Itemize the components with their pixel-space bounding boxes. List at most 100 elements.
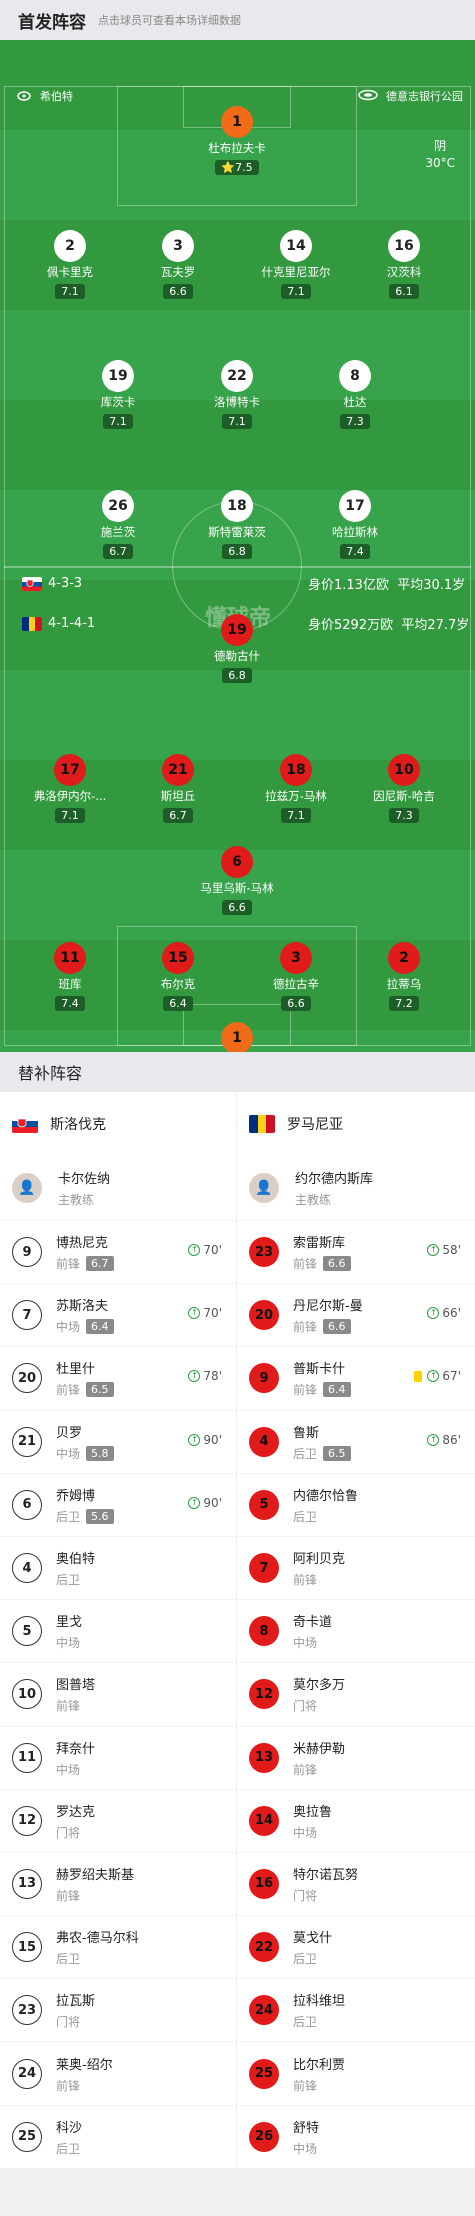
rating-value: 7.1 (228, 415, 246, 428)
away-player[interactable]: 3 德拉古辛 6.6 (241, 942, 351, 1011)
player-number: 19 (221, 614, 253, 646)
sub-player-row[interactable]: 5 里戈 中场 (0, 1599, 236, 1662)
sub-player-row[interactable]: 21 贝罗 中场 5.8 ↑ 90' (0, 1409, 236, 1473)
sub-player-row[interactable]: 20 丹尼尔斯-曼 前锋 6.6 ↑ 66' (237, 1283, 475, 1346)
sub-player-row[interactable]: 7 苏斯洛夫 中场 6.4 ↑ 70' (0, 1283, 236, 1346)
sub-position: 后卫 (293, 1952, 318, 1967)
sub-rating: 6.5 (86, 1382, 114, 1398)
romania-flag-icon (22, 616, 42, 631)
sub-number: 15 (12, 1932, 42, 1963)
sub-player-row[interactable]: 9 博热尼克 前锋 6.7 ↑ 70' (0, 1220, 236, 1283)
sub-player-row[interactable]: 10 图普塔 前锋 (0, 1662, 236, 1725)
player-rating: 6.8 (222, 668, 252, 683)
sub-player-row[interactable]: 25 比尔利贾 前锋 (237, 2041, 475, 2104)
away-coach[interactable]: 👤 约尔德内斯库 主教练 (237, 1156, 475, 1220)
home-player[interactable]: 2 佩卡里克 7.1 (15, 230, 125, 299)
away-player[interactable]: 6 马里乌斯-马林 6.6 (182, 846, 292, 915)
sub-player-row[interactable]: 6 乔姆博 后卫 5.6 ↑ 90' (0, 1472, 236, 1536)
sub-number: 25 (12, 2121, 42, 2152)
sub-player-row[interactable]: 13 赫罗绍夫斯基 前锋 (0, 1851, 236, 1915)
home-player[interactable]: 3 瓦夫罗 6.6 (123, 230, 233, 299)
player-rating: 7.1 (103, 414, 133, 429)
sub-player-row[interactable]: 23 索雷斯库 前锋 6.6 ↑ 58' (237, 1220, 475, 1283)
sub-number: 7 (249, 1553, 279, 1584)
slovakia-flag-icon (12, 1115, 38, 1133)
sub-position: 门将 (56, 1825, 81, 1840)
sub-name: 弗农-德马尔科 (56, 1931, 139, 1947)
sub-number: 13 (12, 1868, 42, 1899)
away-player[interactable]: 2 拉蒂乌 7.2 (349, 942, 459, 1011)
sub-number: 16 (249, 1868, 279, 1899)
player-rating: 7.3 (340, 414, 370, 429)
sub-rating: 6.6 (323, 1256, 351, 1272)
sub-position: 前锋 (56, 1699, 81, 1714)
sub-player-row[interactable]: 8 奇卡道 中场 (237, 1599, 475, 1662)
home-player[interactable]: 14 什克里尼亚尔 7.1 (241, 230, 351, 299)
player-name: 因尼斯-哈吉 (373, 789, 435, 803)
home-player[interactable]: 1 杜布拉夫卡 ⭐7.5 (182, 106, 292, 175)
away-coach-name: 约尔德内斯库 (295, 1172, 374, 1187)
sub-number: 4 (249, 1426, 279, 1457)
home-player[interactable]: 17 哈拉斯林 7.4 (300, 490, 410, 559)
home-team-name: 斯洛伐克 (50, 1117, 106, 1133)
sub-player-row[interactable]: 24 莱奥-绍尔 前锋 (0, 2041, 236, 2104)
sub-player-row[interactable]: 26 舒特 中场 (237, 2104, 475, 2168)
sub-player-row[interactable]: 11 拜奈什 中场 (0, 1725, 236, 1789)
sub-in-icon: ↑ (188, 1496, 201, 1509)
sub-in-time: 70' (203, 1243, 222, 1257)
player-number: 18 (280, 754, 312, 786)
sub-player-row[interactable]: 5 内德尔恰鲁 后卫 (237, 1472, 475, 1536)
sub-number: 6 (12, 1489, 42, 1520)
subs-panel: 斯洛伐克 👤 卡尔佐纳 主教练 9 博热尼克 前锋 6.7 ↑ 70' 7 苏斯洛夫 中场 6.4… (0, 1092, 475, 2168)
away-player[interactable]: 11 班库 7.4 (15, 942, 125, 1011)
sub-player-row[interactable]: 25 科沙 后卫 (0, 2104, 236, 2168)
sub-in-icon: ↑ (427, 1307, 440, 1320)
away-player[interactable]: 21 斯坦丘 6.7 (123, 754, 233, 823)
sub-name: 拜奈什 (56, 1741, 96, 1757)
player-number: 11 (54, 942, 86, 974)
home-player[interactable]: 22 洛博特卡 7.1 (182, 360, 292, 429)
away-player[interactable]: 10 因尼斯-哈吉 7.3 (349, 754, 459, 823)
sub-player-row[interactable]: 9 普斯卡什 前锋 6.4 ↑ 67' (237, 1346, 475, 1409)
sub-player-row[interactable]: 7 阿利贝克 前锋 (237, 1535, 475, 1599)
sub-player-row[interactable]: 20 杜里什 前锋 6.5 ↑ 78' (0, 1346, 236, 1409)
home-player[interactable]: 26 施兰茨 6.7 (63, 490, 173, 559)
sub-number: 5 (249, 1489, 279, 1520)
sub-player-row[interactable]: 13 米赫伊勒 前锋 (237, 1725, 475, 1789)
sub-player-row[interactable]: 22 莫戈什 后卫 (237, 1915, 475, 1978)
sub-position: 后卫 (293, 1509, 318, 1524)
sub-rating: 5.6 (86, 1508, 114, 1524)
sub-position: 后卫 (56, 1573, 81, 1588)
home-player[interactable]: 8 杜达 7.3 (300, 360, 410, 429)
away-player[interactable]: 15 布尔克 6.4 (123, 942, 233, 1011)
sub-player-row[interactable]: 24 拉科维坦 后卫 (237, 1978, 475, 2041)
sub-number: 12 (249, 1679, 279, 1710)
sub-player-row[interactable]: 12 莫尔多万 门将 (237, 1662, 475, 1725)
home-coach[interactable]: 👤 卡尔佐纳 主教练 (0, 1156, 236, 1220)
away-player[interactable]: 19 德勒古什 6.8 (182, 614, 292, 683)
home-player[interactable]: 19 库茨卡 7.1 (63, 360, 173, 429)
sub-player-row[interactable]: 12 罗达克 门将 (0, 1788, 236, 1852)
sub-player-row[interactable]: 4 鲁斯 后卫 6.5 ↑ 86' (237, 1409, 475, 1473)
sub-name: 普斯卡什 (293, 1362, 346, 1378)
sub-player-row[interactable]: 4 奥伯特 后卫 (0, 1535, 236, 1599)
sub-in-icon: ↑ (427, 1370, 440, 1383)
rating-value: 7.1 (109, 415, 127, 428)
sub-name: 鲁斯 (293, 1425, 320, 1441)
away-player[interactable]: 18 拉兹万-马林 7.1 (241, 754, 351, 823)
sub-in-icon: ↑ (427, 1433, 440, 1446)
sub-number: 9 (12, 1237, 42, 1268)
sub-number: 9 (249, 1363, 279, 1394)
coach-avatar: 👤 (12, 1173, 42, 1203)
sub-player-row[interactable]: 16 特尔诺瓦努 门将 (237, 1851, 475, 1915)
player-rating: 7.1 (55, 284, 85, 299)
away-player[interactable]: 17 弗洛伊内尔-... 7.1 (15, 754, 125, 823)
sub-player-row[interactable]: 23 拉瓦斯 门将 (0, 1978, 236, 2041)
away-player[interactable]: 1尼佩6.9 (182, 1022, 292, 1052)
sub-player-row[interactable]: 14 奥拉鲁 中场 (237, 1788, 475, 1852)
home-player[interactable]: 16 汉茨科 6.1 (349, 230, 459, 299)
sub-name: 苏斯洛夫 (56, 1299, 109, 1315)
player-rating: 7.1 (55, 808, 85, 823)
home-player[interactable]: 18 斯特雷莱茨 6.8 (182, 490, 292, 559)
sub-player-row[interactable]: 15 弗农-德马尔科 后卫 (0, 1915, 236, 1978)
